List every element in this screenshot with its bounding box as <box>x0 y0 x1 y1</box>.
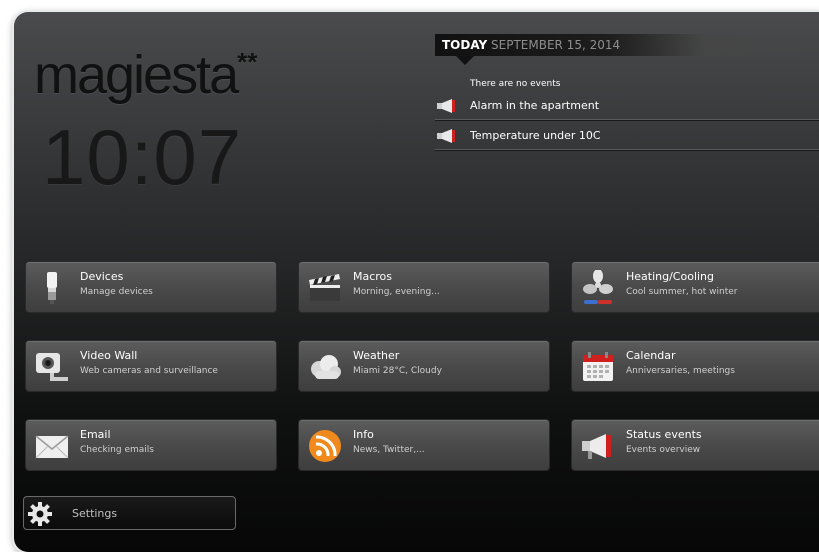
today-date: SEPTEMBER 15, 2014 <box>491 38 621 52</box>
tile-subtitle: Events overview <box>626 445 701 455</box>
tile-subtitle: Checking emails <box>80 445 154 455</box>
event-item[interactable]: Temperature under 10C <box>435 122 819 150</box>
megaphone-icon <box>580 428 616 464</box>
megaphone-icon <box>437 128 461 147</box>
tile-devices[interactable]: Devices Manage devices <box>25 261 277 313</box>
settings-label: Settings <box>72 507 118 520</box>
brand-name: magiesta <box>34 45 239 105</box>
tile-title: Weather <box>353 349 400 362</box>
tile-email[interactable]: Email Checking emails <box>25 419 277 471</box>
clapperboard-icon <box>307 270 343 306</box>
tile-subtitle: Manage devices <box>80 287 153 297</box>
brand-logo: magiesta** <box>34 32 257 105</box>
app-window: magiesta** 10:07 TODAY SEPTEMBER 15, 201… <box>14 12 819 552</box>
tile-title: Status events <box>626 428 702 441</box>
tile-title: Devices <box>80 270 124 283</box>
tile-title: Email <box>80 428 111 441</box>
camera-icon <box>34 349 70 385</box>
tile-title: Macros <box>353 270 393 283</box>
tile-title: Video Wall <box>80 349 138 362</box>
settings-button[interactable]: Settings <box>23 496 236 530</box>
cloud-icon <box>307 349 343 385</box>
tile-macros[interactable]: Macros Morning, evening... <box>298 261 550 313</box>
tile-subtitle: News, Twitter,... <box>353 445 425 455</box>
tile-weather[interactable]: Weather Miami 28°C, Cloudy <box>298 340 550 392</box>
fan-icon <box>580 269 616 306</box>
gear-icon <box>27 501 53 531</box>
tile-subtitle: Cool summer, hot winter <box>626 287 738 297</box>
tile-video-wall[interactable]: Video Wall Web cameras and surveillance <box>25 340 277 392</box>
today-header: TODAY SEPTEMBER 15, 2014 <box>435 34 819 56</box>
clock-time: 10:07 <box>42 113 243 201</box>
event-label: Alarm in the apartment <box>470 99 600 112</box>
megaphone-icon <box>437 98 461 117</box>
tile-info[interactable]: Info News, Twitter,... <box>298 419 550 471</box>
tile-calendar[interactable]: Calendar Anniversaries, meetings <box>571 340 819 392</box>
no-events-text: There are no events <box>470 79 561 89</box>
calendar-icon <box>580 349 616 385</box>
today-pointer <box>456 56 474 65</box>
tile-heating-cooling[interactable]: Heating/Cooling Cool summer, hot winter <box>571 261 819 313</box>
event-item[interactable]: Alarm in the apartment <box>435 92 819 120</box>
tile-subtitle: Anniversaries, meetings <box>626 366 735 376</box>
tile-subtitle: Web cameras and surveillance <box>80 366 218 376</box>
rss-icon <box>307 428 343 464</box>
tile-subtitle: Morning, evening... <box>353 287 440 297</box>
event-label: Temperature under 10C <box>470 129 601 142</box>
tile-status-events[interactable]: Status events Events overview <box>571 419 819 471</box>
brand-mark: ** <box>237 47 258 77</box>
tile-title: Info <box>353 428 374 441</box>
lightbulb-icon <box>34 270 70 306</box>
tile-title: Heating/Cooling <box>626 270 715 283</box>
envelope-icon <box>34 428 70 464</box>
today-label: TODAY <box>442 38 488 52</box>
tile-subtitle: Miami 28°C, Cloudy <box>353 366 442 376</box>
tile-title: Calendar <box>626 349 676 362</box>
